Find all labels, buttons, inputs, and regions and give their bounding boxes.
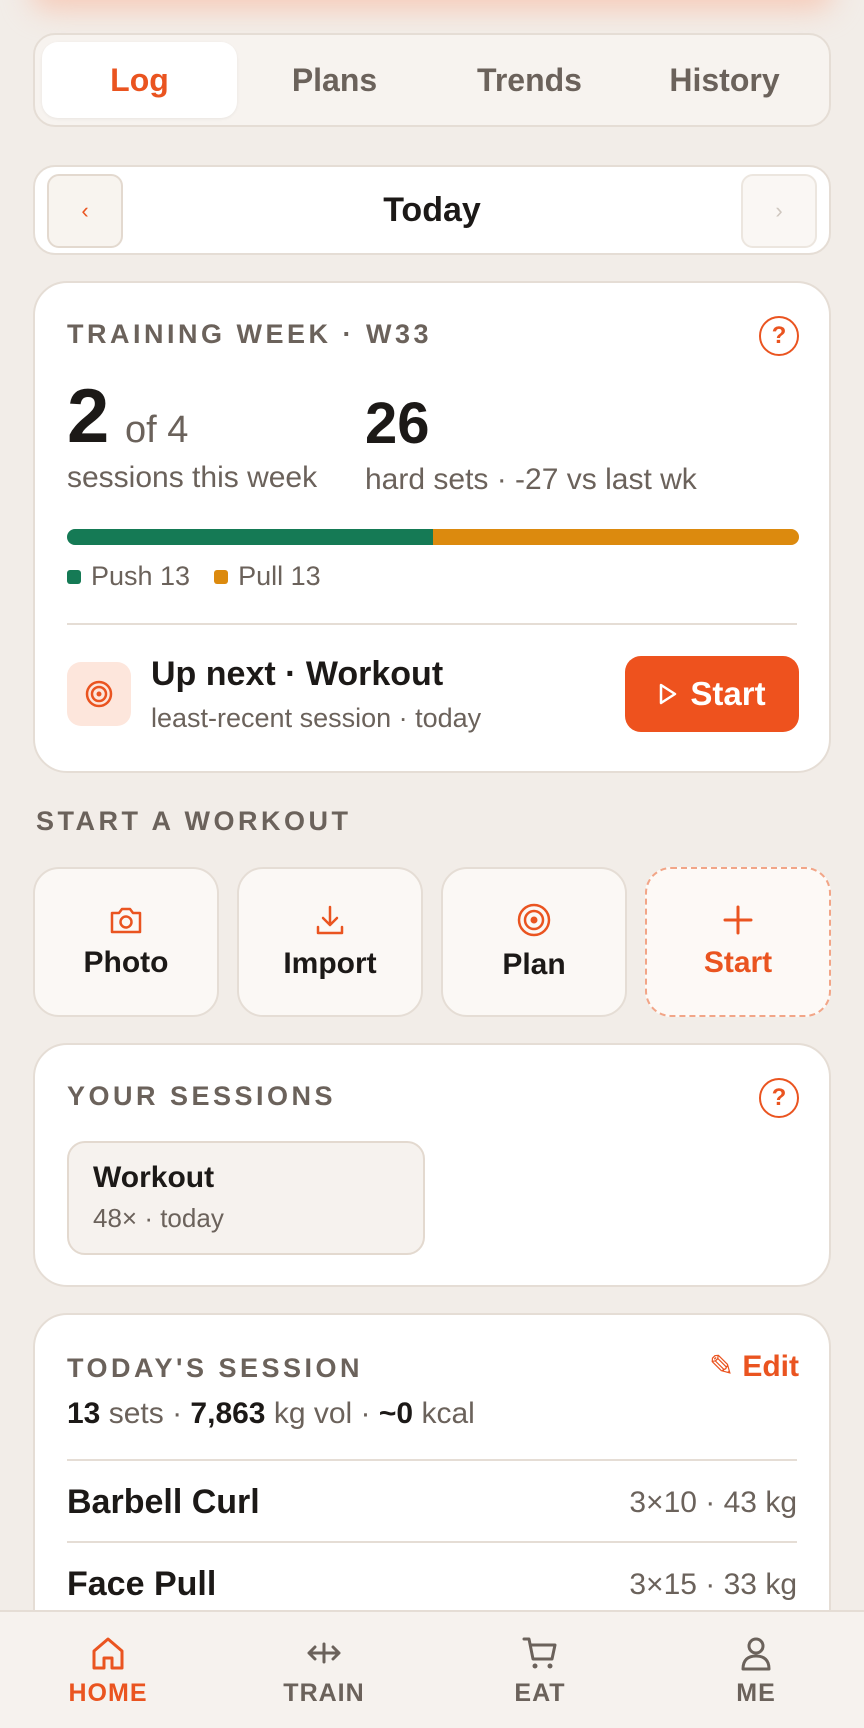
push-pull-bar [67,529,799,545]
start-next-button[interactable]: Start [625,656,799,732]
training-week-card: TRAINING WEEK · W33 ? 2 of 4 sessions th… [33,281,831,773]
session-title: Workout [93,1161,215,1194]
divider [67,1459,797,1461]
plus-icon [723,905,753,935]
import-label: Import [283,947,377,980]
segmented-tabs: Log Plans Trends History [33,33,831,127]
exercise-name: Face Pull [67,1565,217,1603]
sessions-count: 2 [67,374,110,459]
exercise-row[interactable]: Barbell Curl 3×10 · 43 kg [67,1483,797,1522]
nav-eat[interactable]: EAT [432,1612,648,1728]
start-workout-heading: START A WORKOUT [36,806,352,836]
start-workout-tiles: Photo Import Plan Start [33,867,831,1017]
chevron-left-icon: ‹ [81,198,89,223]
divider [67,623,797,625]
camera-icon [110,907,142,934]
start-tile-label: Start [703,946,773,979]
pull-segment [433,529,799,545]
hard-sets-label: hard sets · -27 vs last wk [365,463,697,496]
person-icon [741,1637,771,1670]
help-icon[interactable]: ? [759,316,799,356]
arrows-icon [307,1642,341,1663]
volume-value: 7,863 [190,1397,266,1430]
bottom-nav: HOME TRAIN EAT ME [0,1610,864,1728]
push-segment [67,529,433,545]
exercise-detail: 3×15 · 33 kg [629,1567,797,1601]
volume-label: kg vol · [273,1397,371,1430]
download-icon [316,905,344,935]
session-summary: 13 sets · 7,863 kg vol · ~0 kcal [67,1397,475,1431]
tab-log[interactable]: Log [42,42,237,118]
sessions-card: YOUR SESSIONS ? Workout 48× · today [33,1043,831,1287]
divider [67,1541,797,1543]
push-swatch [67,569,81,584]
pull-swatch [214,569,229,584]
todays-session-title: TODAY'S SESSION [67,1353,364,1383]
photo-tile[interactable]: Photo [33,867,219,1017]
legend-pull: Pull 13 [214,561,321,592]
split-legend: Push 13 Pull 13 [67,561,321,592]
legend-push: Push 13 [67,561,190,592]
cart-icon [522,1637,557,1668]
nav-me-label: ME [736,1678,776,1707]
nav-me[interactable]: ME [648,1612,864,1728]
plan-tile[interactable]: Plan [441,867,627,1017]
sessions-total: of 4 [125,409,189,451]
top-glow [30,0,834,10]
import-tile[interactable]: Import [237,867,423,1017]
sessions-label: sessions this week [67,461,318,494]
tab-history[interactable]: History [627,42,822,118]
exercise-name: Barbell Curl [67,1483,260,1521]
nav-train-label: TRAIN [283,1678,365,1707]
legend-push-label: Push 13 [91,561,191,591]
up-next-title: Up next · Workout [151,655,444,693]
play-icon [660,683,677,705]
next-day-button[interactable]: › [741,174,817,248]
sets-label: sets · [108,1397,183,1430]
chevron-right-icon: › [775,198,783,223]
edit-button[interactable]: ✎ Edit [709,1349,799,1384]
exercise-detail: 3×10 · 43 kg [629,1485,797,1519]
session-subtitle: 48× · today [93,1203,224,1233]
target-icon [517,903,551,937]
sets-value: 13 [67,1397,101,1430]
target-icon [67,662,131,726]
up-next-subtitle: least-recent session · today [151,703,482,733]
session-chip-workout[interactable]: Workout 48× · today [67,1141,425,1255]
training-week-title: TRAINING WEEK · W33 [67,319,433,349]
start-label: Start [690,675,766,712]
tab-plans[interactable]: Plans [237,42,432,118]
hard-sets-count: 26 [365,391,430,456]
nav-train[interactable]: TRAIN [216,1612,432,1728]
kcal-value: ~0 [378,1397,414,1430]
start-tile[interactable]: Start [645,867,831,1017]
legend-pull-label: Pull 13 [238,561,321,591]
date-label: Today [383,190,481,229]
home-icon [92,1637,124,1669]
exercise-row[interactable]: Face Pull 3×15 · 33 kg [67,1565,797,1604]
nav-home[interactable]: HOME [0,1612,216,1728]
plan-label: Plan [502,948,566,981]
tab-trends[interactable]: Trends [432,42,627,118]
nav-home-label: HOME [68,1678,148,1707]
prev-day-button[interactable]: ‹ [47,174,123,248]
date-navigator: Today ‹ › [33,165,831,255]
nav-eat-label: EAT [514,1678,566,1707]
photo-label: Photo [83,946,169,979]
kcal-label: kcal [421,1397,475,1430]
help-icon[interactable]: ? [759,1078,799,1118]
sessions-title: YOUR SESSIONS [67,1081,337,1111]
